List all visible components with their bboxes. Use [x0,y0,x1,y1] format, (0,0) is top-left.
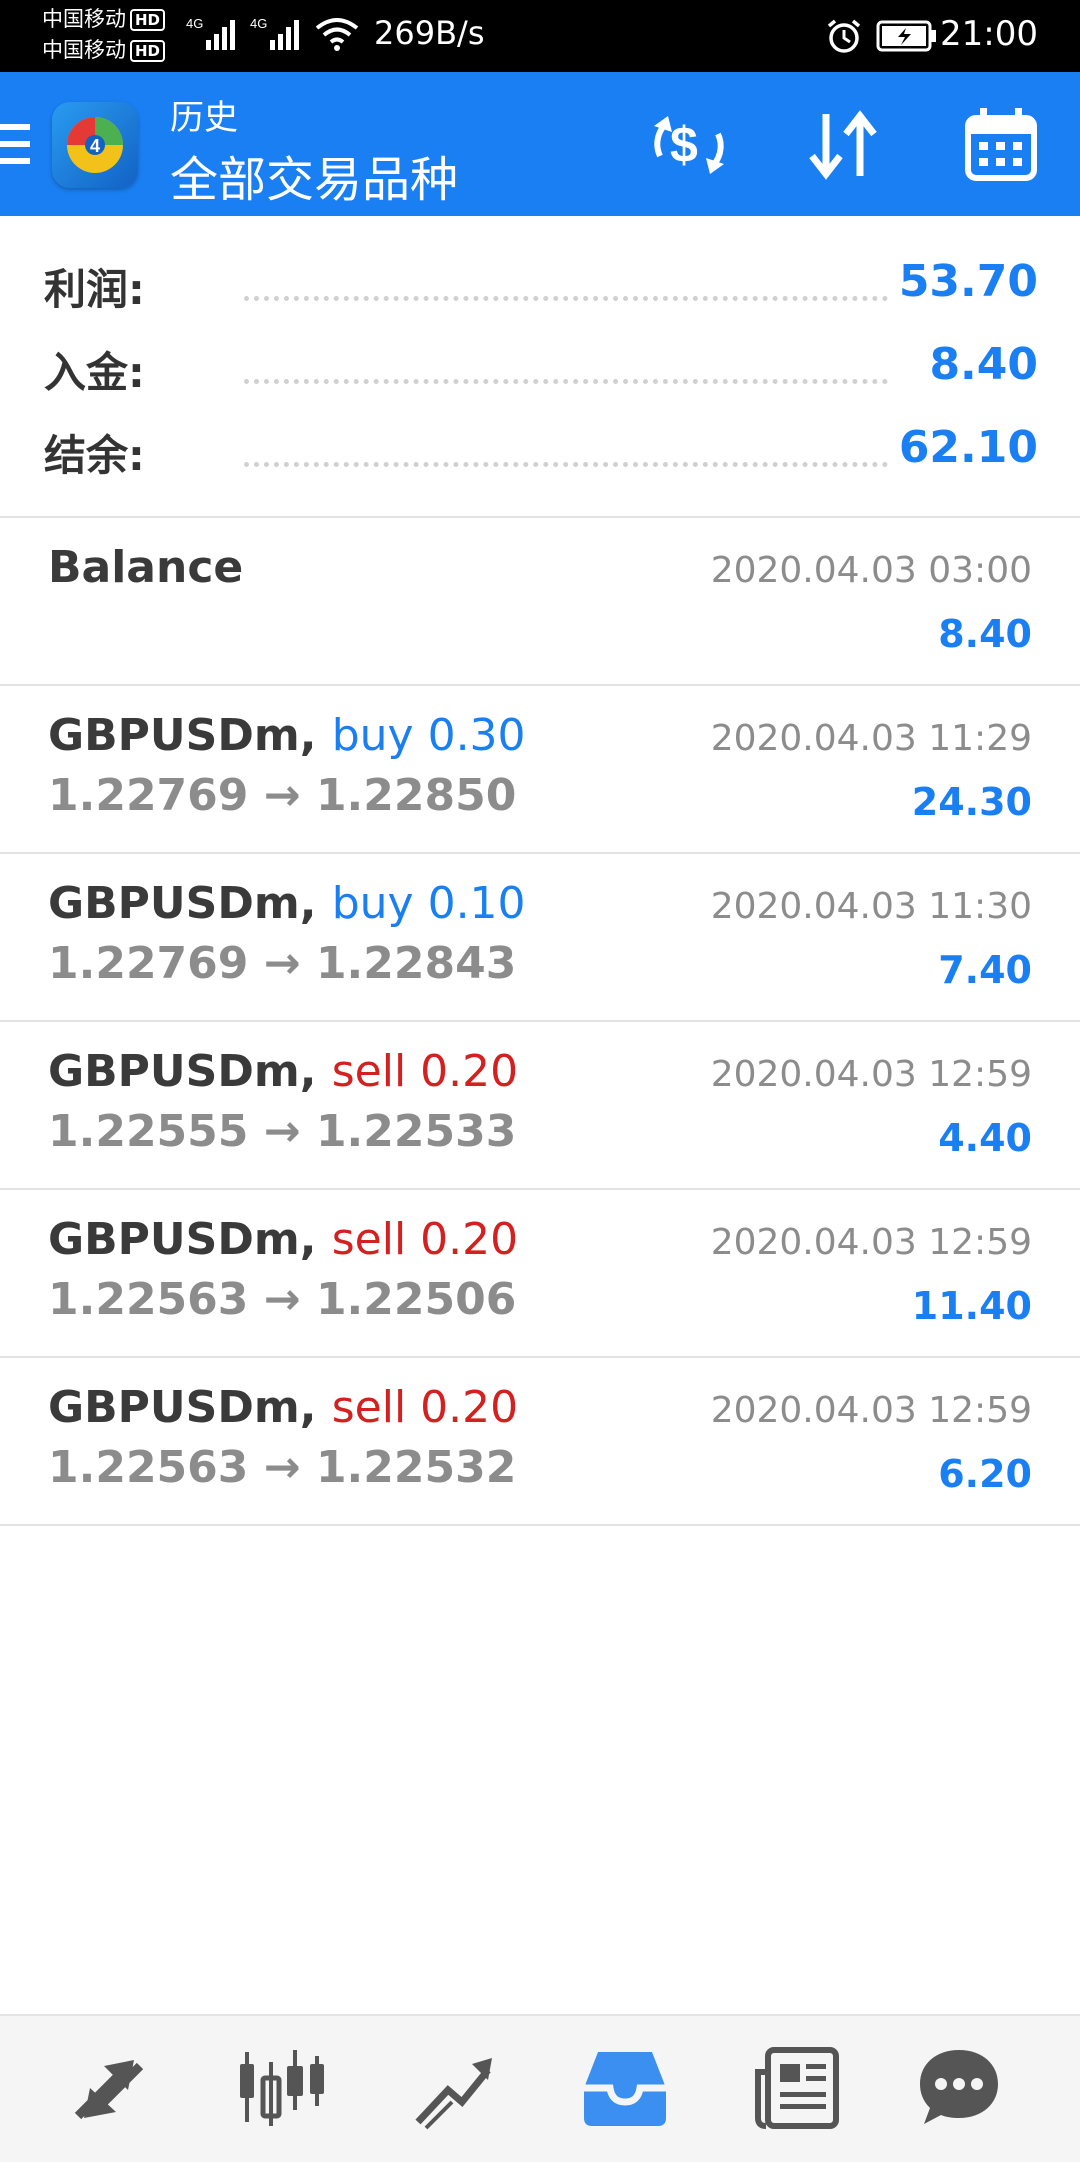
dotted-leader [244,379,888,384]
deal-row[interactable]: GBPUSDm, buy 0.10 1.22769 → 1.22843 2020… [0,854,1080,1022]
svg-text:4G: 4G [186,16,203,31]
balance-entry-label: Balance [48,542,244,593]
deal-prices: 1.22563 → 1.22532 [48,1442,517,1493]
battery-icon [876,20,936,52]
deal-time: 2020.04.03 12:59 [710,1222,1032,1263]
svg-text:$: $ [670,117,698,173]
deal-profit: 11.40 [911,1284,1032,1328]
balance-label: 结余: [44,431,145,480]
deposit-row: 入金: 8.40 [44,339,1038,399]
dotted-leader [244,296,888,301]
wifi-icon [315,18,359,51]
deal-symbol: GBPUSDm, buy 0.10 [48,878,526,929]
deal-profit: 6.20 [938,1452,1032,1496]
deal-profit: 24.30 [911,780,1032,824]
deposit-value: 8.40 [929,339,1038,390]
deal-symbol: GBPUSDm, sell 0.20 [48,1382,519,1433]
calendar-icon[interactable] [956,100,1046,190]
deal-row[interactable]: GBPUSDm, sell 0.20 1.22555 → 1.22533 202… [0,1022,1080,1190]
deal-side: buy 0.10 [331,878,526,929]
chat-icon[interactable] [914,2042,1004,2132]
candlestick-icon[interactable] [236,2042,326,2132]
menu-icon[interactable] [0,124,30,164]
signal-icon: 4G [250,16,299,50]
deal-time: 2020.04.03 11:30 [710,886,1032,927]
svg-text:4G: 4G [250,16,267,31]
deal-prices: 1.22563 → 1.22506 [48,1274,517,1325]
deal-row[interactable]: GBPUSDm, sell 0.20 1.22563 → 1.22506 202… [0,1190,1080,1358]
deal-time: 2020.04.03 12:59 [710,1390,1032,1431]
status-bar: 中国移动 HD 中国移动 HD 4G 4G 269B/s 21:00 [0,0,1080,72]
profit-row: 利润: 53.70 [44,256,1038,316]
carrier-info: 中国移动 HD 中国移动 HD [42,4,166,66]
hd-badge: HD [130,9,166,31]
svg-text:4: 4 [90,136,100,156]
hd-badge: HD [130,40,166,62]
deal-profit: 7.40 [938,948,1032,992]
deal-prices: 1.22769 → 1.22843 [48,938,517,989]
balance-row: 结余: 62.10 [44,422,1038,482]
deal-time: 2020.04.03 03:00 [710,550,1032,591]
deal-side: sell 0.20 [331,1382,519,1433]
net-speed: 269B/s [374,14,485,52]
deal-symbol: GBPUSDm, buy 0.30 [48,710,526,761]
deal-side: sell 0.20 [331,1046,519,1097]
currency-exchange-icon[interactable]: $ [644,100,734,190]
deal-time: 2020.04.03 11:29 [710,718,1032,759]
signal-icon: 4G [186,16,235,50]
deal-amount: 8.40 [938,612,1032,656]
balance-entry[interactable]: Balance 2020.04.03 03:00 8.40 [0,518,1080,686]
profit-value: 53.70 [898,256,1038,307]
alarm-icon [827,19,861,53]
deal-symbol: GBPUSDm, sell 0.20 [48,1046,519,1097]
deal-profit: 4.40 [938,1116,1032,1160]
deal-prices: 1.22555 → 1.22533 [48,1106,517,1157]
deal-symbol: GBPUSDm, sell 0.20 [48,1214,519,1265]
deal-side: sell 0.20 [331,1214,519,1265]
deal-row[interactable]: GBPUSDm, sell 0.20 1.22563 → 1.22532 202… [0,1358,1080,1526]
dotted-leader [244,462,888,467]
deal-side: buy 0.30 [331,710,526,761]
sort-icon[interactable] [800,100,890,190]
chart-line-icon[interactable] [408,2042,498,2132]
page-title: 历史 [170,98,238,138]
profit-label: 利润: [44,265,145,314]
bottom-navigation [0,2014,1080,2162]
deal-row[interactable]: GBPUSDm, buy 0.30 1.22769 → 1.22850 2020… [0,686,1080,854]
app-toolbar: 4 历史 全部交易品种 $ [0,72,1080,216]
deal-prices: 1.22769 → 1.22850 [48,770,517,821]
deal-time: 2020.04.03 12:59 [710,1054,1032,1095]
carrier-label: 中国移动 [42,38,126,62]
metatrader-logo-icon[interactable]: 4 [52,102,138,188]
symbol-filter-label[interactable]: 全部交易品种 [170,140,458,210]
carrier-label: 中国移动 [42,7,126,31]
clock: 21:00 [940,14,1038,54]
history-inbox-icon[interactable] [580,2042,670,2132]
trade-arrows-icon[interactable] [64,2042,154,2132]
balance-value: 62.10 [898,422,1038,473]
account-summary: 利润: 53.70 入金: 8.40 结余: 62.10 [0,216,1080,516]
news-icon[interactable] [752,2042,842,2132]
deposit-label: 入金: [44,348,145,397]
